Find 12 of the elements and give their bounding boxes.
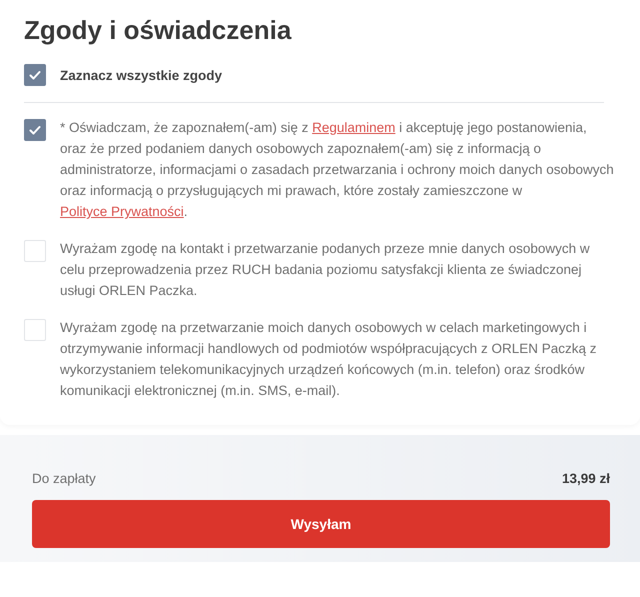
consent-text: Wyrażam zgodę na przetwarzanie moich danych osobowych w celach marketingowych i otrzymywanie informacji handlowych od podmiotów współpracujących z ORLEN Paczką z wykorzystaniem telekomunikacyjnych urządzeń końcowych (m.in. telefon) oraz środków komunikacji elektronicznej (m.in. SMS, e-mail). xyxy=(60,319,598,400)
consent-text: * Oświadczam, że zapoznałem(-am) się z Regulaminem i akceptuję jego postanowienia, oraz że przed podaniem danych osobowych zapoznałem(-am) się z informacją o administratorze, informacjami o zasadach przetwarzania i ochrony moich danych osobowych oraz informacją o przysługujących mi prawach, które zostały zamieszczone w Polityce Prywatności. xyxy=(60,119,615,221)
link[interactable]: Polityce Prywatności xyxy=(60,204,184,219)
section-title: Zgody i oświadczenia xyxy=(24,14,292,47)
checkbox-label: Zaznacz wszystkie zgody xyxy=(60,68,222,82)
total-label: Do zapłaty xyxy=(32,471,96,486)
checkbox[interactable] xyxy=(24,64,46,86)
checkbox[interactable] xyxy=(24,119,46,141)
link[interactable]: Regulaminem xyxy=(312,120,396,135)
consent-text: Wyrażam zgodę na kontakt i przetwarzanie podanych przeze mnie danych osobowych w celu przeprowadzenia przez RUCH badania poziomu satysfakcji klienta ze świadczonej usługi ORLEN Paczka. xyxy=(60,240,591,300)
total-amount: 13,99 zł xyxy=(562,471,610,486)
submit-button[interactable]: Wysyłam xyxy=(32,500,610,548)
